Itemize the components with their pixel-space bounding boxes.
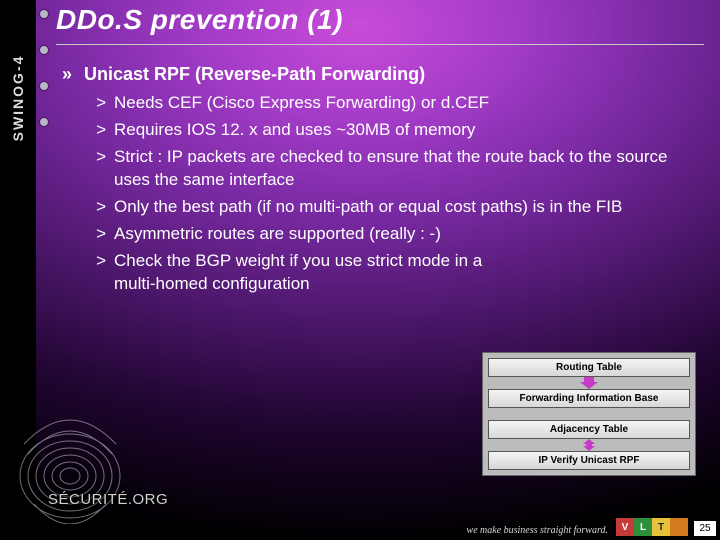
sub-bullet-text: Only the best path (if no multi-path or …: [114, 196, 622, 219]
sub-bullet: > Asymmetric routes are supported (reall…: [90, 223, 700, 246]
rail-dot: [40, 82, 48, 90]
footer-slogan: we make business straight forward.: [466, 525, 608, 536]
page-number: 25: [694, 521, 716, 536]
title-rule: [56, 44, 704, 45]
sub-marker-icon: >: [90, 196, 106, 219]
diagram-gap: [488, 408, 690, 420]
rail-dot: [40, 118, 48, 126]
sub-bullet: > Check the BGP weight if you use strict…: [90, 250, 490, 296]
rail-dots: [40, 10, 48, 126]
diagram-arrow-down: [488, 377, 690, 389]
slide-title: DDo.S prevention (1): [56, 4, 704, 36]
sub-bullet-text: Strict : IP packets are checked to ensur…: [114, 146, 700, 192]
bullet-text: Unicast RPF (Reverse-Path Forwarding): [84, 62, 425, 86]
rail-brand-text: SWINOG-4: [10, 55, 26, 142]
rail-dot: [40, 10, 48, 18]
sub-marker-icon: >: [90, 92, 106, 115]
diagram-box-adjacency: Adjacency Table: [488, 420, 690, 439]
arrow-down-icon: [580, 377, 598, 389]
sub-bullet: > Only the best path (if no multi-path o…: [90, 196, 700, 219]
bullet-level1: » Unicast RPF (Reverse-Path Forwarding): [58, 62, 700, 86]
logo-text: SÉCURITÉ.ORG: [48, 491, 168, 508]
footer-badge: T: [652, 518, 670, 536]
footer-badges: V L T: [616, 518, 688, 536]
arrow-updown-icon: [578, 439, 600, 451]
sub-bullet: > Requires IOS 12. x and uses ~30MB of m…: [90, 119, 700, 142]
sub-bullets: > Needs CEF (Cisco Express Forwarding) o…: [90, 92, 700, 296]
diagram-arrow-bi: [488, 439, 690, 451]
sub-bullet-text: Check the BGP weight if you use strict m…: [114, 250, 490, 296]
footer-badge: [670, 518, 688, 536]
sub-bullet-text: Requires IOS 12. x and uses ~30MB of mem…: [114, 119, 475, 142]
sub-marker-icon: >: [90, 119, 106, 142]
bullet-marker-icon: »: [58, 62, 76, 86]
rpf-diagram: Routing Table Forwarding Information Bas…: [482, 352, 696, 476]
sub-marker-icon: >: [90, 250, 106, 296]
sub-bullet-text: Asymmetric routes are supported (really …: [114, 223, 441, 246]
slide: SWINOG-4 DDo.S prevention (1) » Unicast …: [0, 0, 720, 540]
slide-body: » Unicast RPF (Reverse-Path Forwarding) …: [58, 62, 700, 300]
footer-badge: L: [634, 518, 652, 536]
diagram-box-ip-verify: IP Verify Unicast RPF: [488, 451, 690, 470]
diagram-box-fib: Forwarding Information Base: [488, 389, 690, 408]
sub-marker-icon: >: [90, 223, 106, 246]
securite-logo: SÉCURITÉ.ORG: [48, 491, 168, 508]
rail-dot: [40, 46, 48, 54]
footer-badge: V: [616, 518, 634, 536]
sub-bullet-text: Needs CEF (Cisco Express Forwarding) or …: [114, 92, 489, 115]
sub-bullet: > Needs CEF (Cisco Express Forwarding) o…: [90, 92, 700, 115]
sub-bullet: > Strict : IP packets are checked to ens…: [90, 146, 700, 192]
sub-marker-icon: >: [90, 146, 106, 192]
diagram-box-routing-table: Routing Table: [488, 358, 690, 377]
footer: we make business straight forward. V L T…: [466, 518, 716, 536]
